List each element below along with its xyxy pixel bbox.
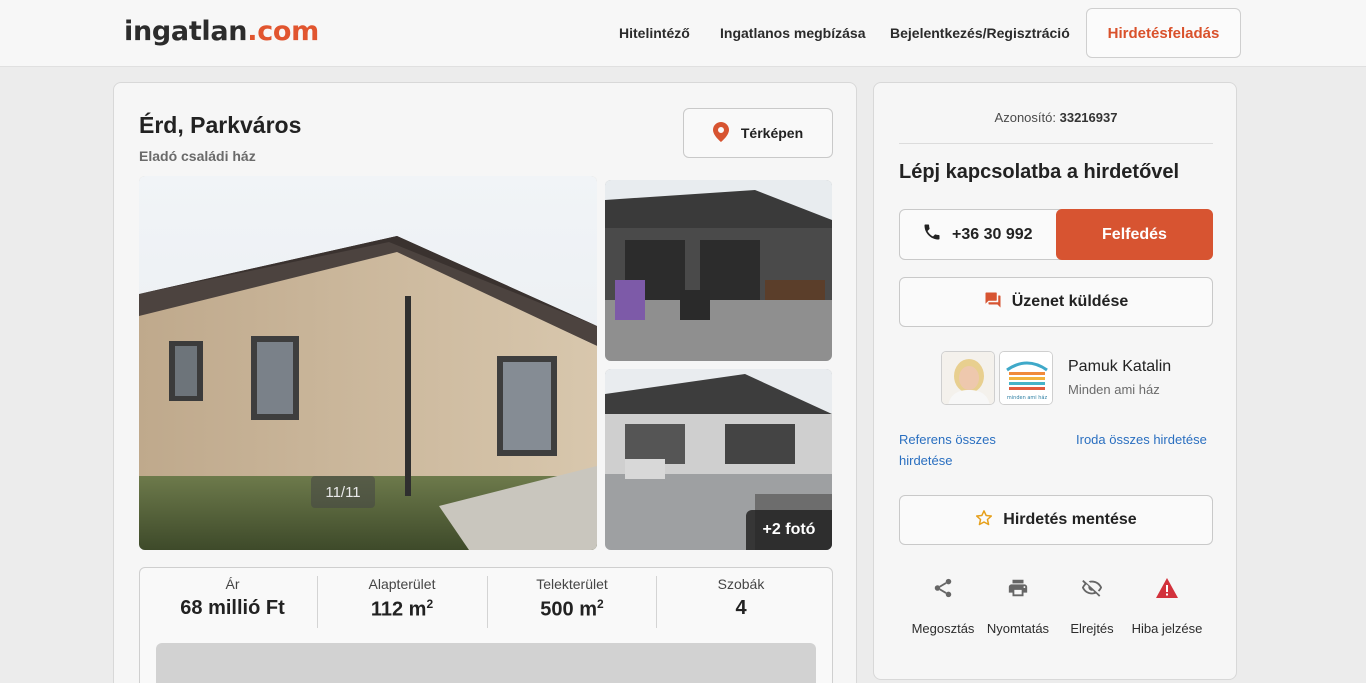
share-action[interactable]: Megosztás — [905, 575, 981, 639]
key-facts-panel: Ár 68 millió Ft Alapterület 112 m2 Telek… — [139, 567, 833, 683]
more-photos-button[interactable]: +2 fotó — [746, 510, 832, 550]
print-action[interactable]: Nyomtatás — [980, 575, 1056, 639]
office-logo[interactable]: minden ami ház — [999, 351, 1053, 405]
printer-icon — [980, 575, 1056, 601]
reveal-phone-button[interactable]: Felfedés — [1056, 209, 1213, 260]
phone-box: +36 30 992 Felfedés — [899, 209, 1213, 260]
loading-placeholder — [156, 643, 816, 683]
save-listing-button[interactable]: Hirdetés mentése — [899, 495, 1213, 545]
eye-off-icon — [1054, 575, 1130, 601]
nav-link-ingatlanos-megbizasa[interactable]: Ingatlanos megbízása — [720, 25, 865, 41]
contact-title: Lépj kapcsolatba a hirdetővel — [899, 161, 1180, 183]
listing-subtitle: Eladó családi ház — [139, 148, 256, 164]
message-icon — [984, 291, 1002, 314]
warning-icon — [1129, 575, 1205, 601]
phone-icon — [922, 222, 942, 247]
star-icon — [975, 509, 993, 532]
fact-floor-area: Alapterület 112 m2 — [368, 576, 436, 621]
listing-card: Érd, Parkváros Eladó családi ház Térképe… — [113, 82, 857, 683]
nav-link-hitelintezo[interactable]: Hitelintéző — [619, 25, 690, 41]
post-listing-button[interactable]: Hirdetésfeladás — [1086, 8, 1241, 58]
photo-counter: 11/11 — [311, 476, 375, 508]
agent-name[interactable]: Pamuk Katalin — [1068, 358, 1171, 376]
listing-id: Azonosító: 33216937 — [994, 110, 1118, 125]
side-photo-1[interactable] — [605, 180, 832, 361]
fact-plot-area: Telekterület 500 m2 — [536, 576, 608, 621]
report-error-action[interactable]: Hiba jelzése — [1129, 575, 1205, 639]
send-message-button[interactable]: Üzenet küldése — [899, 277, 1213, 327]
contact-card: Azonosító: 33216937 Lépj kapcsolatba a h… — [873, 82, 1237, 680]
office-listings-link[interactable]: Iroda összes hirdetése — [1076, 429, 1207, 450]
map-button-label: Térképen — [740, 125, 804, 141]
referent-listings-link[interactable]: Referens összes hirdetése — [899, 429, 1029, 471]
main-photo[interactable]: 11/11 — [139, 176, 597, 550]
map-button[interactable]: Térképen — [683, 108, 833, 158]
map-pin-icon — [712, 121, 729, 145]
fact-rooms: Szobák 4 — [717, 576, 765, 619]
nav-link-login-register[interactable]: Bejelentkezés/Regisztráció — [890, 25, 1070, 41]
svg-text:minden ami ház: minden ami ház — [1007, 394, 1048, 401]
separator — [899, 143, 1213, 144]
hide-action[interactable]: Elrejtés — [1054, 575, 1130, 639]
listing-title: Érd, Parkváros — [139, 112, 302, 138]
site-logo[interactable]: ingatlan.com — [124, 16, 319, 47]
side-photo-2[interactable]: +2 fotó — [605, 369, 832, 550]
top-header: ingatlan.com Hitelintéző Ingatlanos megb… — [0, 0, 1366, 67]
agent-office: Minden ami ház — [1068, 382, 1160, 397]
phone-number: +36 30 992 — [922, 210, 1033, 259]
share-icon — [905, 575, 981, 601]
agent-avatar[interactable] — [941, 351, 995, 405]
fact-price: Ár 68 millió Ft — [180, 576, 285, 619]
